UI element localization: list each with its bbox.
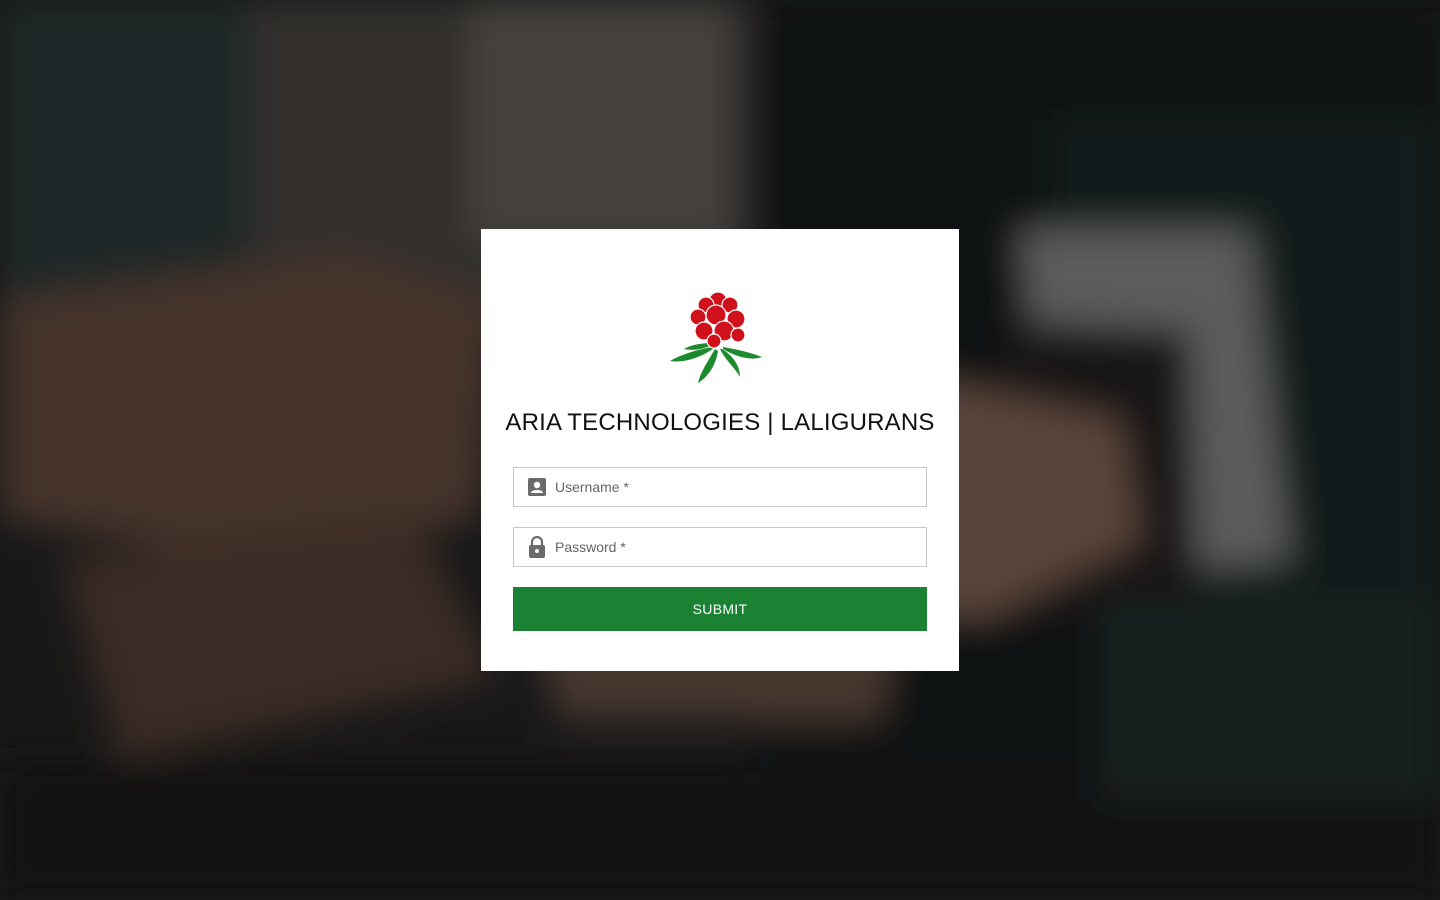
lock-icon [527, 536, 547, 558]
account-box-icon [527, 477, 547, 497]
login-card: ARIA TECHNOLOGIES | LALIGURANS SUBMIT [481, 229, 959, 671]
username-input[interactable] [555, 469, 915, 505]
brand-title: ARIA TECHNOLOGIES | LALIGURANS [505, 409, 935, 436]
username-field[interactable] [513, 467, 927, 507]
rhododendron-logo [670, 291, 762, 383]
password-field[interactable] [513, 527, 927, 567]
password-input[interactable] [555, 529, 915, 565]
submit-button[interactable]: SUBMIT [513, 587, 927, 631]
